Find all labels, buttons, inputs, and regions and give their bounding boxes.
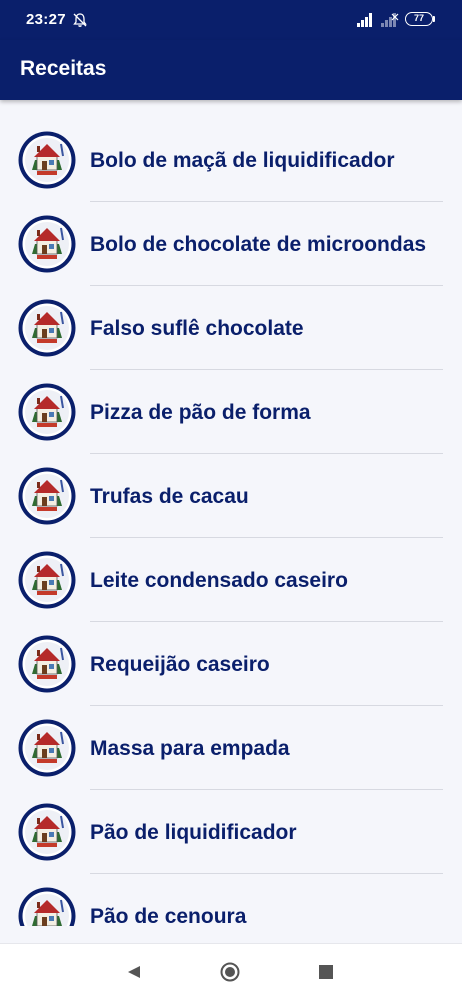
recipe-title: Requeijão caseiro	[90, 653, 270, 676]
app-bar: Receitas	[0, 40, 462, 100]
page-title: Receitas	[20, 57, 107, 80]
house-logo-icon	[18, 383, 76, 441]
list-item[interactable]: Bolo de chocolate de microondas	[0, 202, 462, 286]
signal-no-service-icon	[381, 13, 399, 27]
recipe-title: Pão de liquidificador	[90, 821, 297, 844]
list-item[interactable]: Trufas de cacau	[0, 454, 462, 538]
list-item[interactable]: Pizza de pão de forma	[0, 370, 462, 454]
battery-tip	[433, 16, 435, 22]
recipe-title: Massa para empada	[90, 737, 290, 760]
house-logo-icon	[18, 131, 76, 189]
house-logo-icon	[18, 887, 76, 926]
home-circle-icon[interactable]	[220, 962, 240, 982]
bell-off-icon	[73, 13, 87, 27]
recipe-title: Leite condensado caseiro	[90, 569, 348, 592]
house-logo-icon	[18, 215, 76, 273]
house-logo-icon	[18, 467, 76, 525]
signal-icon	[357, 13, 372, 27]
list-item[interactable]: Falso suflê chocolate	[0, 286, 462, 370]
list-item[interactable]: Pão de cenoura	[0, 874, 462, 926]
house-logo-icon	[18, 719, 76, 777]
house-logo-icon	[18, 635, 76, 693]
house-logo-icon	[18, 551, 76, 609]
recipe-title: Pão de cenoura	[90, 905, 247, 926]
recipe-list[interactable]: Bolo de maçã de liquidificador Bolo de c…	[0, 118, 462, 926]
recipe-title: Bolo de maçã de liquidificador	[90, 149, 395, 172]
recipe-title: Pizza de pão de forma	[90, 401, 311, 424]
house-logo-icon	[18, 299, 76, 357]
recipe-title: Falso suflê chocolate	[90, 317, 304, 340]
status-bar: 23:27 77	[0, 0, 462, 40]
status-time: 23:27	[26, 11, 66, 28]
list-item[interactable]: Massa para empada	[0, 706, 462, 790]
list-item[interactable]: Bolo de maçã de liquidificador	[0, 118, 462, 202]
list-item[interactable]: Requeijão caseiro	[0, 622, 462, 706]
back-triangle-icon[interactable]	[126, 964, 142, 980]
recipe-title: Trufas de cacau	[90, 485, 249, 508]
list-item[interactable]: Pão de liquidificador	[0, 790, 462, 874]
house-logo-icon	[18, 803, 76, 861]
recent-square-icon[interactable]	[319, 965, 333, 979]
navigation-bar	[0, 943, 462, 1001]
recipe-title: Bolo de chocolate de microondas	[90, 233, 427, 256]
battery-indicator: 77	[405, 12, 433, 26]
list-item[interactable]: Leite condensado caseiro	[0, 538, 462, 622]
